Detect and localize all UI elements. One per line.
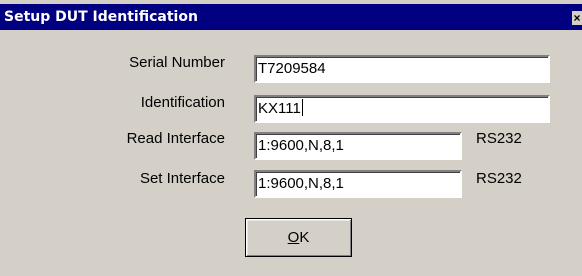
ok-mnemonic: O xyxy=(287,229,300,246)
title-bar: Setup DUT Identification × xyxy=(0,4,582,30)
read-interface-input[interactable]: 1:9600,N,8,1 xyxy=(254,132,462,160)
identification-input[interactable]: KX111 xyxy=(254,95,550,123)
read-interface-value: 1:9600,N,8,1 xyxy=(258,137,344,154)
read-interface-type: RS232 xyxy=(476,130,522,147)
text-caret xyxy=(301,99,303,116)
set-interface-input[interactable]: 1:9600,N,8,1 xyxy=(254,170,462,198)
set-interface-type: RS232 xyxy=(476,170,522,187)
ok-button[interactable]: OK xyxy=(245,218,352,257)
serial-number-label: Serial Number xyxy=(129,54,225,71)
ok-label-rest: K xyxy=(299,229,310,246)
set-interface-value: 1:9600,N,8,1 xyxy=(258,175,344,192)
read-interface-label: Read Interface xyxy=(126,130,225,147)
serial-number-input[interactable]: T7209584 xyxy=(254,55,550,83)
window-title: Setup DUT Identification xyxy=(4,9,198,25)
identification-label: Identification xyxy=(140,94,225,111)
close-icon[interactable]: × xyxy=(572,11,582,25)
serial-number-value: T7209584 xyxy=(258,60,326,77)
identification-value: KX111 xyxy=(258,100,301,117)
set-interface-label: Set Interface xyxy=(139,170,225,187)
setup-dut-dialog: Setup DUT Identification × Serial Number… xyxy=(0,0,582,276)
